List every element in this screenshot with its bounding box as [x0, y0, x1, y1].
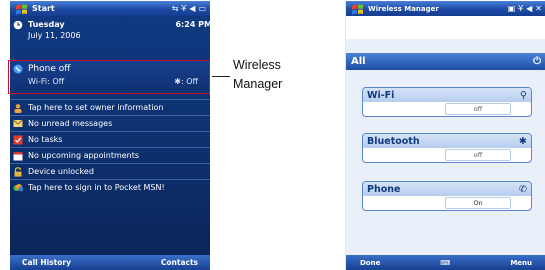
power-icon[interactable]: ⏻: [533, 56, 541, 67]
list-item-label: Tap here to sign in to Pocket MSN!: [28, 183, 165, 192]
list-item-messages[interactable]: No unread messages: [10, 115, 210, 131]
list-item-label: No upcoming appointments: [28, 151, 140, 160]
time-label: 6:24 PM: [175, 20, 210, 29]
all-toggle-bar[interactable]: All ⏻: [346, 53, 545, 70]
done-softkey[interactable]: Done: [360, 259, 380, 267]
volume-icon[interactable]: ◀: [189, 4, 195, 13]
wireless-manager-callout: Wireless Manager: [233, 56, 282, 94]
windows-flag-icon[interactable]: [13, 2, 30, 15]
wireless-manager-titlebar[interactable]: Wireless Manager ▣ Y̶ ◀ ✕: [346, 1, 545, 16]
date-time-block[interactable]: Tuesday 6:24 PM July 11, 2006: [10, 18, 210, 48]
list-item-msn[interactable]: Tap here to sign in to Pocket MSN!: [10, 179, 210, 195]
phone-icon: ✆: [519, 183, 527, 195]
wireless-manager-title: Wireless Manager: [368, 4, 439, 13]
wireless-manager-screen: Wireless Manager ▣ Y̶ ◀ ✕ All ⏻ Wi-Fi ⚲ …: [345, 1, 545, 270]
phone-off-icon: [13, 64, 23, 74]
wifi-off-icon: ⚲: [520, 89, 527, 101]
list-item-label: Tap here to set owner information: [28, 103, 164, 112]
clock-icon: [13, 20, 23, 30]
wifi-status: Wi-Fi: Off: [28, 77, 65, 86]
list-item-appointments[interactable]: No upcoming appointments: [10, 147, 210, 163]
bluetooth-state[interactable]: off: [445, 149, 511, 161]
list-item-lock[interactable]: Device unlocked: [10, 163, 210, 179]
wireless-status-block[interactable]: Phone off Wi-Fi: Off ✱: Off: [10, 61, 210, 93]
battery-icon[interactable]: ▭: [198, 4, 206, 13]
day-label: Tuesday: [28, 20, 65, 29]
wifi-label: Wi-Fi: [367, 89, 395, 101]
calendar-icon: [13, 151, 23, 161]
bluetooth-label: Bluetooth: [367, 135, 420, 147]
call-history-softkey[interactable]: Call History: [22, 258, 71, 267]
list-item-owner[interactable]: Tap here to set owner information: [10, 99, 210, 115]
keyboard-icon[interactable]: ⌨: [440, 259, 450, 267]
phone-state[interactable]: On: [445, 197, 511, 209]
bluetooth-off-icon: ✱: [519, 135, 527, 147]
owner-info-icon: [13, 103, 23, 113]
wifi-state[interactable]: off: [445, 103, 511, 115]
network-icon[interactable]: ▣: [508, 4, 516, 13]
phone-status: Phone off: [28, 64, 71, 74]
close-icon[interactable]: ✕: [535, 4, 542, 13]
callout-pointer-line: [212, 76, 230, 77]
volume-icon[interactable]: ◀: [526, 4, 532, 13]
callout-line-1: Wireless: [233, 58, 281, 72]
lock-icon: [13, 166, 23, 177]
start-titlebar[interactable]: Start ⇆ Y̶ ◀ ▭: [10, 1, 210, 16]
date-label: July 11, 2006: [28, 31, 81, 40]
bluetooth-status: : Off: [180, 77, 198, 86]
phone-card[interactable]: Phone ✆ On: [362, 181, 532, 211]
list-item-label: No unread messages: [28, 119, 113, 128]
bluetooth-icon: ✱: [174, 77, 181, 86]
signal-off-icon[interactable]: Y̶: [181, 4, 186, 13]
menu-softkey[interactable]: Menu: [510, 259, 532, 267]
all-label: All: [351, 56, 366, 67]
list-item-tasks[interactable]: No tasks: [10, 131, 210, 147]
bluetooth-card[interactable]: Bluetooth ✱ off: [362, 133, 532, 163]
signal-off-icon[interactable]: Y̶: [518, 4, 523, 13]
connectivity-icon[interactable]: ⇆: [172, 4, 179, 13]
messages-icon: [13, 119, 23, 129]
tasks-icon: [13, 135, 23, 145]
start-title: Start: [32, 4, 55, 13]
right-softkey-bar: Done ⌨ Menu: [346, 255, 545, 270]
today-screen: Start ⇆ Y̶ ◀ ▭ Tuesday 6:24 PM July 11, …: [10, 1, 210, 270]
phone-label: Phone: [367, 183, 401, 195]
msn-icon: [13, 183, 23, 193]
list-item-label: Device unlocked: [28, 167, 94, 176]
contacts-softkey[interactable]: Contacts: [161, 258, 198, 267]
left-softkey-bar: Call History Contacts: [10, 255, 210, 270]
callout-line-2: Manager: [233, 77, 283, 91]
list-item-label: No tasks: [28, 135, 63, 144]
wifi-card[interactable]: Wi-Fi ⚲ off: [362, 87, 532, 117]
windows-flag-icon[interactable]: [349, 2, 366, 15]
